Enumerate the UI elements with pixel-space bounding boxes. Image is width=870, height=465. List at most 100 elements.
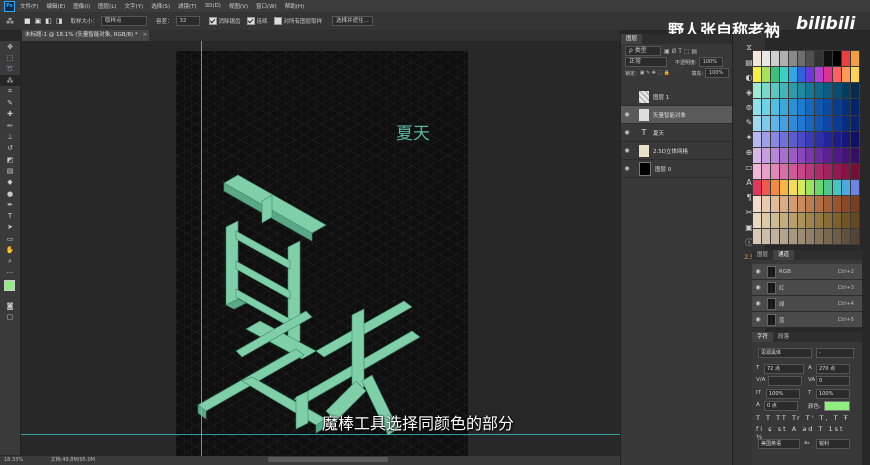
swatch[interactable] (779, 99, 788, 115)
swatch[interactable] (761, 228, 770, 244)
swatch[interactable] (824, 212, 833, 228)
eye-icon[interactable]: ◉ (752, 316, 764, 323)
lock-icons[interactable]: ▣ ✎ ✥ ⬚ 🔒 (640, 70, 670, 76)
text-color-swatch[interactable] (824, 401, 850, 411)
swatch[interactable] (824, 147, 833, 164)
channel-row[interactable]: ◉ 绿 Ctrl+4 (752, 296, 862, 312)
swatch[interactable] (851, 196, 859, 212)
swatch[interactable] (833, 99, 842, 115)
leading-input[interactable]: 270 点 (816, 364, 850, 374)
swatch[interactable] (806, 99, 815, 115)
swatch[interactable] (753, 180, 761, 196)
swatch[interactable] (797, 147, 806, 164)
layer-kind-filter[interactable]: ρ 类型 (625, 46, 661, 56)
swatch[interactable] (761, 164, 770, 180)
canvas-area[interactable]: 夏天 魔棒工具选择同颜色的部分 (21, 41, 620, 456)
layer-name[interactable]: 2.5D立体网格 (653, 147, 688, 155)
swatch[interactable] (797, 99, 806, 115)
swatch[interactable] (824, 228, 833, 244)
antialias-select[interactable]: 锐利 (816, 439, 850, 449)
swatch[interactable] (770, 99, 779, 115)
swatch[interactable] (833, 131, 842, 147)
swatch[interactable] (779, 196, 788, 212)
swatch[interactable] (779, 131, 788, 147)
layer-row[interactable]: ◉ T 夏天 (621, 124, 733, 142)
opacity-input[interactable]: 100% (698, 57, 723, 67)
swatch[interactable] (842, 131, 851, 147)
horizontal-scale-input[interactable]: 100% (816, 389, 850, 399)
swatch[interactable] (788, 131, 797, 147)
swatch[interactable] (824, 51, 833, 67)
eraser-tool-icon[interactable]: ◩ (0, 154, 20, 165)
channel-row[interactable]: ◉ RGB Ctrl+2 (752, 264, 862, 280)
swatch[interactable] (824, 115, 833, 131)
swatch[interactable] (833, 51, 842, 67)
swatch[interactable] (761, 99, 770, 115)
swatch[interactable] (753, 115, 761, 131)
swatch[interactable] (797, 131, 806, 147)
layer-name[interactable]: 矢量智能对象 (653, 111, 686, 119)
layer-name[interactable]: 夏天 (653, 129, 664, 137)
swatch[interactable] (770, 164, 779, 180)
swatch[interactable] (770, 115, 779, 131)
swatch[interactable] (815, 83, 824, 99)
swatch[interactable] (770, 83, 779, 99)
swatch[interactable] (797, 212, 806, 228)
swatch[interactable] (824, 67, 833, 83)
swatch[interactable] (815, 228, 824, 244)
swatch[interactable] (761, 180, 770, 196)
swatch[interactable] (797, 196, 806, 212)
swatch[interactable] (851, 99, 859, 115)
swatch[interactable] (842, 83, 851, 99)
swatch[interactable] (797, 67, 806, 83)
eye-icon[interactable]: ◉ (621, 165, 633, 172)
layer-name[interactable]: 图层 0 (655, 165, 671, 173)
swatch[interactable] (753, 164, 761, 180)
swatch[interactable] (806, 51, 815, 67)
swatch[interactable] (779, 212, 788, 228)
font-style-select[interactable]: - (816, 348, 854, 358)
swatch[interactable] (779, 164, 788, 180)
menu-type[interactable]: 文字(Y) (125, 2, 144, 10)
swatch[interactable] (770, 67, 779, 83)
all-layers-checkbox[interactable] (273, 17, 282, 25)
swatch[interactable] (797, 164, 806, 180)
contiguous-checkbox[interactable] (246, 17, 255, 25)
swatch[interactable] (851, 131, 859, 147)
horizontal-scrollbar[interactable] (268, 457, 388, 462)
swatch[interactable] (851, 67, 859, 83)
swatch[interactable] (806, 164, 815, 180)
swatch[interactable] (788, 147, 797, 164)
add-selection-icon[interactable]: ▣ (35, 17, 42, 25)
antialias-checkbox[interactable] (208, 17, 217, 25)
menu-window[interactable]: 窗口(W) (256, 2, 277, 10)
tab-channels[interactable]: 通道 (773, 250, 795, 260)
tab-paragraph[interactable]: 段落 (773, 332, 794, 342)
swatch[interactable] (761, 67, 770, 83)
eye-icon[interactable]: ◉ (752, 268, 764, 275)
foreground-color[interactable] (4, 280, 15, 292)
swatch[interactable] (753, 99, 761, 115)
swatch[interactable] (806, 196, 815, 212)
swatch[interactable] (815, 67, 824, 83)
swatch[interactable] (833, 212, 842, 228)
swatch[interactable] (815, 131, 824, 147)
opentype-buttons[interactable]: fi ɕ st A ad T 1st ½ (756, 425, 856, 441)
swatch[interactable] (753, 147, 761, 164)
swatch[interactable] (815, 147, 824, 164)
color-swatches[interactable] (0, 278, 20, 300)
swatch[interactable] (851, 164, 859, 180)
swatch[interactable] (851, 212, 859, 228)
menu-select[interactable]: 选择(S) (151, 2, 170, 10)
swatch[interactable] (833, 115, 842, 131)
zoom-level[interactable]: 18.33% (4, 457, 23, 463)
layer-row-selected[interactable]: ◉ 矢量智能对象 (621, 106, 733, 124)
document-canvas[interactable]: 夏天 (176, 51, 468, 456)
screen-mode-icon[interactable]: ▢ (0, 312, 20, 323)
layer-row[interactable]: 图层 1 (621, 88, 733, 106)
magic-wand-tool-icon[interactable]: ⁂ (0, 74, 20, 87)
swatch[interactable] (842, 51, 851, 67)
swatch[interactable] (851, 51, 859, 67)
swatch[interactable] (788, 196, 797, 212)
swatch[interactable] (753, 196, 761, 212)
